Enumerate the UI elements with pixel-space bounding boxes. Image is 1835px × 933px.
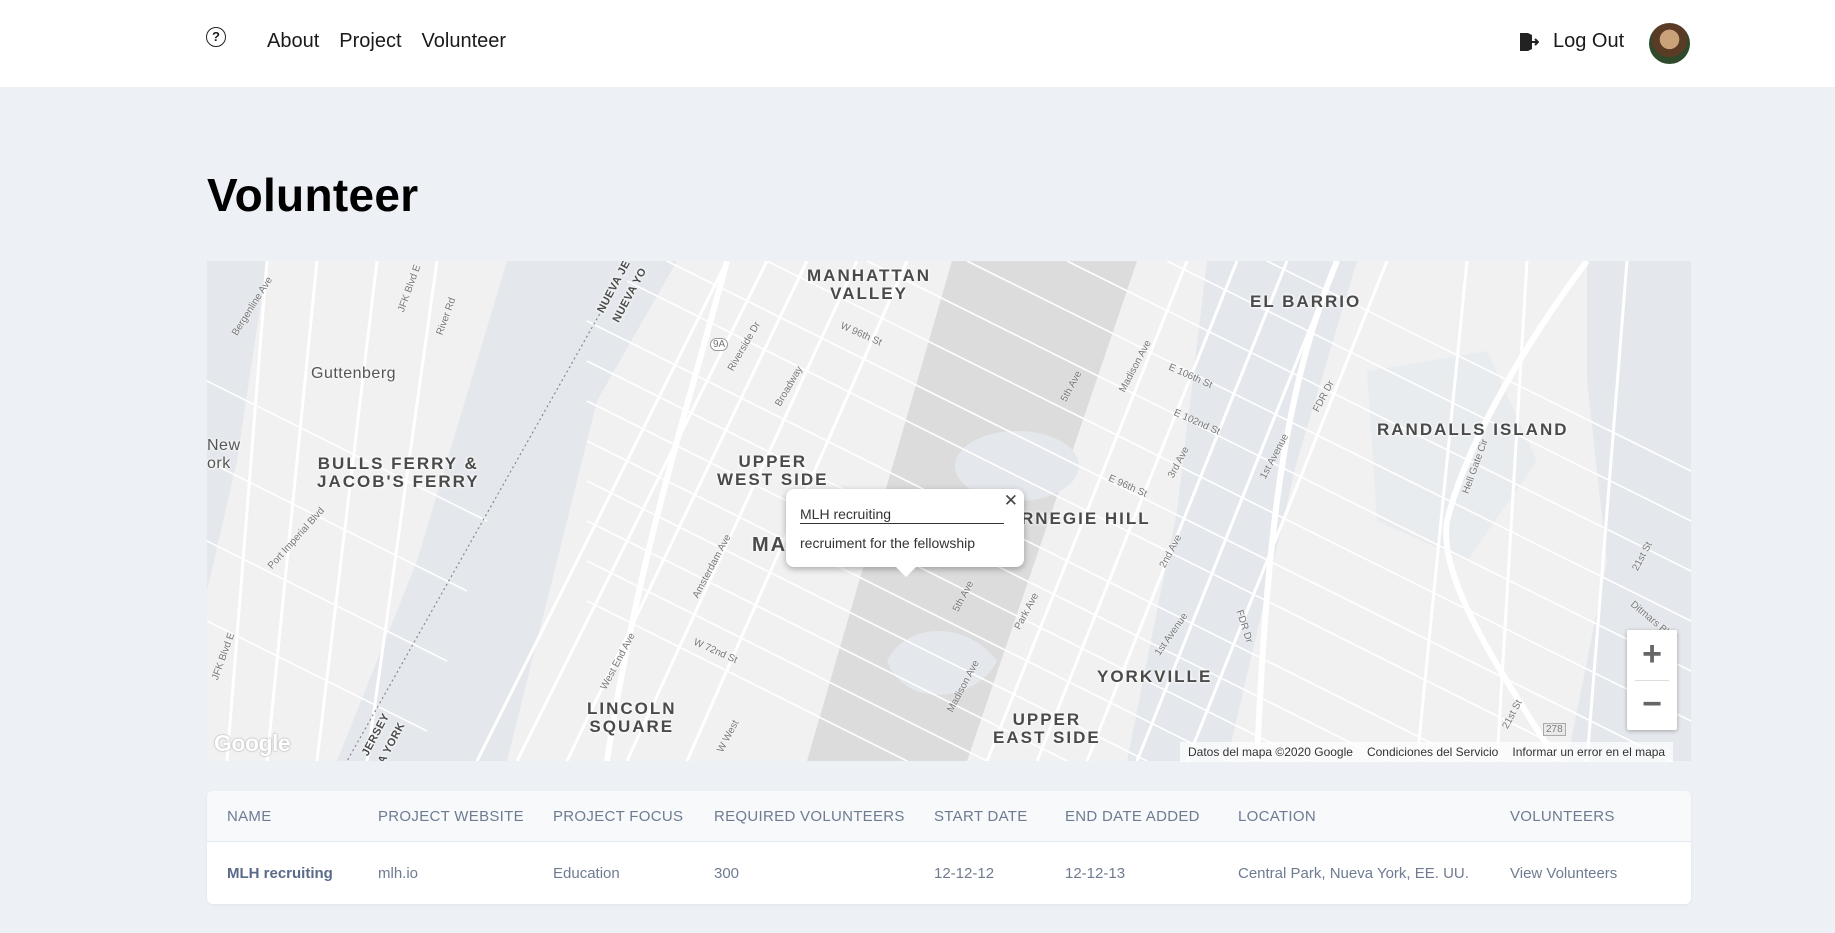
popup-description: recruiment for the fellowship [800,535,976,551]
logout-door-icon [1520,32,1539,51]
route-9a-icon: 9A [710,338,729,351]
cell-required: 300 [714,865,740,882]
zoom-out-button[interactable]: − [1627,680,1677,730]
cell-end-date: 12-12-13 [1065,865,1126,882]
map-info-popup: ✕ MLH recruiting recruiment for the fell… [786,489,1024,577]
map-label-guttenberg: Guttenberg [311,365,397,382]
header-location: Location [1238,808,1316,825]
logout-button[interactable]: Log Out [1517,30,1624,53]
cell-focus: Education [553,865,620,882]
avatar[interactable] [1649,23,1690,64]
cell-location: Central Park, Nueva York, EE. UU. [1238,865,1469,882]
popup-title[interactable]: MLH recruiting [800,506,1004,524]
logout-label: Log Out [1553,30,1625,52]
table-header: Name Project Website Project Focus Requi… [207,791,1691,842]
map-label-bulls-ferry: BULLS FERRY & JACOB'S FERRY [317,454,480,491]
top-navbar: ? About Project Volunteer Log Out [0,0,1835,87]
view-volunteers-link[interactable]: View Volunteers [1510,865,1617,882]
close-icon[interactable]: ✕ [1004,492,1018,510]
nav-link-volunteer[interactable]: Volunteer [422,30,507,53]
header-project-website: Project Website [378,808,524,825]
page-title: Volunteer [207,169,419,221]
header-start-date: Start Date [934,808,1028,825]
zoom-controls: + − [1627,630,1677,730]
google-logo: Google [214,730,291,756]
header-name: Name [227,808,272,825]
map-label-manhattan-valley: MANHATTAN VALLEY [807,266,932,303]
cell-name: MLH recruiting [227,865,333,882]
map-label-el-barrio: EL BARRIO [1250,292,1362,311]
nav-link-project[interactable]: Project [339,30,401,53]
header-required-volunteers: Required Volunteers [714,808,905,825]
map-attribution: Datos del mapa ©2020 Google Condiciones … [1180,742,1674,762]
route-278-icon: 278 [1543,723,1566,736]
projects-table: Name Project Website Project Focus Requi… [207,791,1691,904]
map-label-carnegie-hill: RNEGIE HILL [1021,509,1151,528]
question-circle-icon[interactable]: ? [206,27,226,47]
report-error-link[interactable]: Informar un error en el mapa [1512,745,1665,759]
header-project-focus: Project Focus [553,808,684,825]
terms-link[interactable]: Condiciones del Servicio [1367,745,1498,759]
header-end-date-added: End Date Added [1065,808,1200,825]
nav-link-about[interactable]: About [267,30,319,53]
map-label-new-york: New ork [207,437,241,472]
header-volunteers: Volunteers [1510,808,1615,825]
map-label-yorkville: YORKVILLE [1097,667,1213,686]
map-label-upper-east-side: UPPER EAST SIDE [993,710,1101,747]
map-label-randalls-island: RANDALLS ISLAND [1377,420,1569,439]
map-data-credit: Datos del mapa ©2020 Google [1188,745,1353,759]
zoom-in-button[interactable]: + [1627,630,1677,680]
map-label-lincoln-square: LINCOLN SQUARE [587,699,677,736]
cell-website[interactable]: mlh.io [378,865,418,882]
map-label-manhattan: MA [752,534,788,556]
cell-start-date: 12-12-12 [934,865,995,882]
map-label-upper-west-side: UPPER WEST SIDE [717,452,829,489]
nav-links: About Project Volunteer [267,30,526,53]
